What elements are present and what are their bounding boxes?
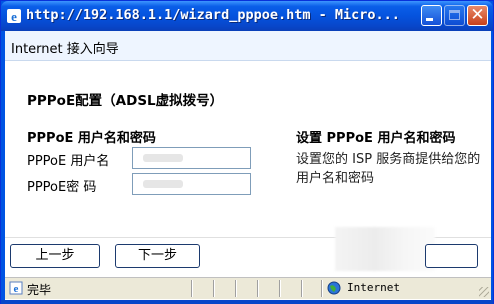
maximize-icon (449, 10, 460, 20)
username-field[interactable] (132, 147, 251, 169)
password-label: PPPoE密 码 (27, 180, 97, 195)
status-divider (191, 280, 193, 297)
status-text: 完毕 (27, 283, 52, 297)
maximize-button[interactable] (444, 5, 465, 26)
status-divider (257, 280, 259, 297)
browser-window: e http://192.168.1.1/wizard_pppoe.htm - … (0, 0, 494, 304)
status-bar: e 完毕 Internet (5, 277, 491, 299)
minimize-button[interactable] (421, 5, 442, 26)
resize-grip[interactable] (479, 287, 489, 297)
window-title: http://192.168.1.1/wizard_pppoe.htm - Mi… (26, 7, 400, 23)
svg-text:e: e (14, 283, 19, 295)
credentials-subtitle: PPPoE 用户名和密码 (27, 131, 156, 146)
ie-icon: e (7, 9, 21, 24)
help-subtitle: 设置 PPPoE 用户名和密码 (296, 131, 456, 146)
status-divider (279, 280, 281, 297)
window-frame-bottom (1, 300, 493, 304)
status-divider (235, 280, 237, 297)
minimize-icon (426, 18, 433, 21)
blurred-region (335, 227, 435, 271)
next-button[interactable]: 下一步 (115, 244, 200, 268)
security-zone: Internet (347, 281, 400, 294)
help-description: 设置您的 ISP 服务商提供给您的用户名和密码 (296, 152, 481, 186)
status-divider (213, 280, 215, 297)
config-title: PPPoE配置（ADSL虚拟拨号） (27, 93, 224, 109)
username-label: PPPoE 用户名 (27, 154, 110, 169)
redacted-value (143, 180, 183, 188)
redacted-value (143, 154, 183, 162)
prev-button[interactable]: 上一步 (10, 244, 100, 268)
status-divider (321, 280, 323, 297)
title-bar[interactable]: e http://192.168.1.1/wizard_pppoe.htm - … (1, 1, 493, 31)
close-icon: ✕ (470, 5, 485, 25)
page-icon: e (9, 281, 23, 295)
globe-icon (327, 281, 341, 295)
wizard-title: Internet 接入向导 (11, 42, 119, 57)
password-field[interactable] (132, 173, 251, 195)
svg-text:e: e (11, 9, 17, 24)
status-divider (301, 280, 303, 297)
wizard-header: Internet 接入向导 (5, 31, 491, 61)
page-content: Internet 接入向导 PPPoE配置（ADSL虚拟拨号） PPPoE 用户… (5, 31, 491, 301)
close-button[interactable]: ✕ (467, 5, 488, 26)
partial-button[interactable] (425, 244, 478, 268)
